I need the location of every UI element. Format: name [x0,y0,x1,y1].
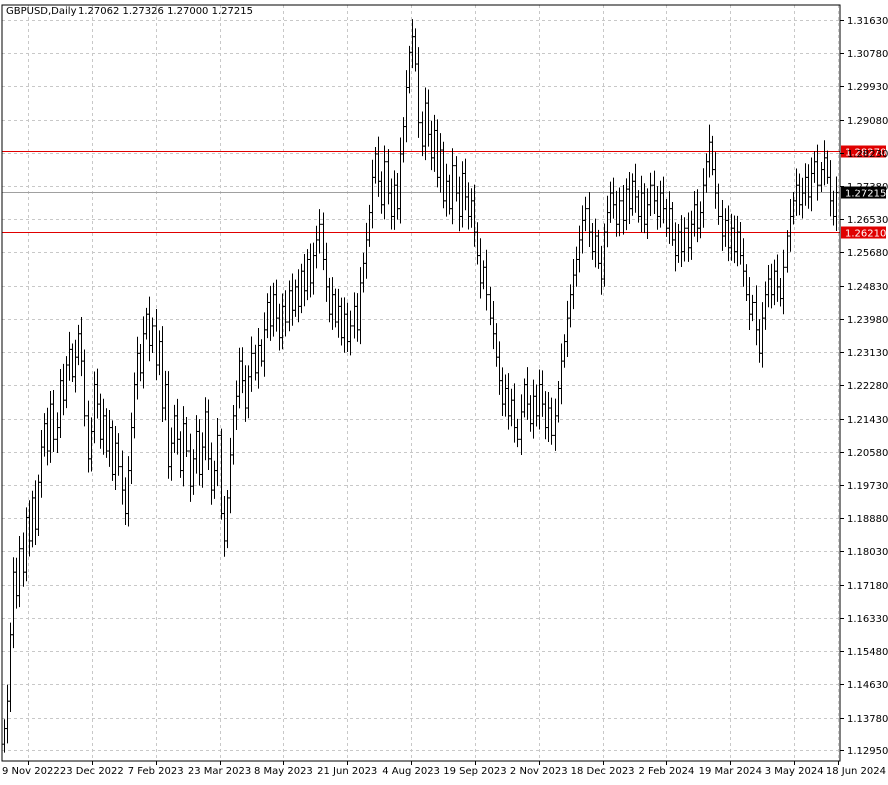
x-tick-label: 21 Jun 2023 [317,766,377,777]
y-tick-label: 1.12950 [847,746,888,757]
y-tick-label: 1.29930 [847,82,888,93]
y-tick-label: 1.29080 [847,116,888,127]
y-tick-label: 1.31630 [847,16,888,27]
x-tick-label: 23 Mar 2023 [188,766,251,777]
y-tick-label: 1.17180 [847,581,888,592]
level-label: 1.26210 [845,229,886,240]
x-tick-label: 18 Dec 2023 [571,766,635,777]
x-tick-label: 8 May 2023 [254,766,313,777]
y-tick-label: 1.21430 [847,415,888,426]
x-tick-label: 23 Dec 2022 [60,766,124,777]
chart-symbol-timeframe: GBPUSD,Daily [6,6,77,17]
x-tick-label: 19 Sep 2023 [443,766,506,777]
x-tick-label: 2 Feb 2024 [639,766,695,777]
y-tick-label: 1.14630 [847,680,888,691]
chart-ohlc-readout: 1.27062 1.27326 1.27000 1.27215 [78,6,253,17]
y-tick-label: 1.26530 [847,215,888,226]
y-tick-label: 1.23980 [847,315,888,326]
x-tick-label: 19 Mar 2024 [699,766,762,777]
ohlc-chart[interactable]: 1.282701.262101.27215 1.316301.307801.29… [0,0,888,781]
y-tick-label: 1.27380 [847,182,888,193]
x-tick-label: 4 Aug 2023 [382,766,440,777]
x-tick-label: 2 Nov 2023 [510,766,568,777]
x-tick-label: 18 Jun 2024 [826,766,886,777]
y-tick-label: 1.28230 [847,149,888,160]
chart-area[interactable]: 1.28270 1.26210 1.27215 1.31630 1.30780 1.29… [0,0,888,781]
y-tick-label: 1.13780 [847,714,888,725]
y-tick-label: 1.19730 [847,481,888,492]
y-tick-label: 1.25680 [847,248,888,259]
x-tick-label: 7 Feb 2023 [128,766,184,777]
y-tick-label: 1.18880 [847,514,888,525]
chart-background [0,0,888,781]
y-tick-label: 1.23130 [847,348,888,359]
y-tick-label: 1.22280 [847,381,888,392]
y-tick-label: 1.16330 [847,614,888,625]
y-tick-label: 1.30780 [847,49,888,60]
x-tick-label: 9 Nov 2022 [2,766,60,777]
x-tick-label: 3 May 2024 [765,766,824,777]
y-tick-label: 1.24830 [847,282,888,293]
y-tick-label: 1.20580 [847,448,888,459]
y-tick-label: 1.15480 [847,647,888,658]
y-tick-label: 1.18030 [847,547,888,558]
